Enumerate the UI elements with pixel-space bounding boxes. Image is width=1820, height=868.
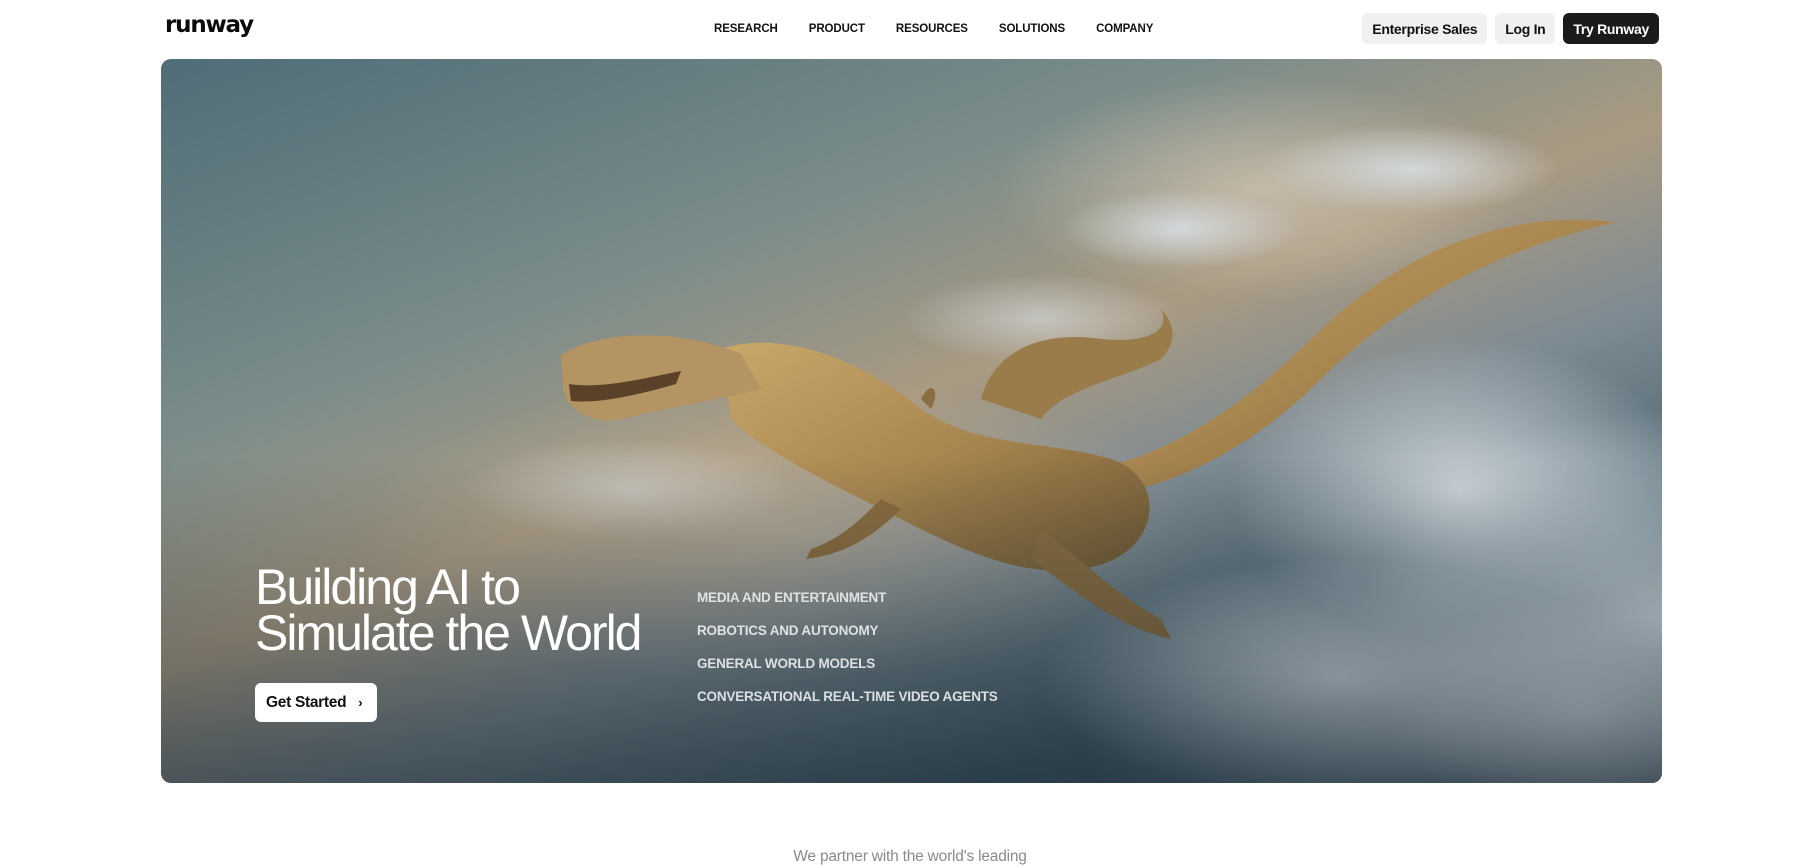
hero-section: Building AI to Simulate the World Get St… [161,59,1662,783]
get-started-label: Get Started [266,693,347,711]
hero-headline: Building AI to Simulate the World [255,559,735,661]
nav-item-company[interactable]: COMPANY [1096,23,1153,35]
main-nav: RESEARCH PRODUCT RESOURCES SOLUTIONS COM… [714,23,1184,35]
topics-list: MEDIA AND ENTERTAINMENT ROBOTICS AND AUT… [697,581,998,713]
site-header: runway RESEARCH PRODUCT RESOURCES SOLUTI… [0,0,1820,56]
topic-video-agents[interactable]: CONVERSATIONAL REAL-TIME VIDEO AGENTS [697,680,998,713]
chevron-right-icon: › [358,695,363,710]
topic-media-entertainment[interactable]: MEDIA AND ENTERTAINMENT [697,581,998,614]
partner-text: We partner with the world's leading [793,848,1027,865]
try-runway-button[interactable]: Try Runway [1563,13,1659,44]
get-started-button[interactable]: Get Started › [255,683,377,722]
headline-line-2: Simulate the World [255,605,642,661]
topic-robotics-autonomy[interactable]: ROBOTICS AND AUTONOMY [697,614,998,647]
headline-line-1: Building AI to [255,559,521,615]
log-in-button[interactable]: Log In [1495,13,1556,44]
nav-item-research[interactable]: RESEARCH [714,23,778,35]
runway-logo[interactable]: runway [165,12,254,38]
nav-item-product[interactable]: PRODUCT [809,23,865,35]
topic-general-world-models[interactable]: GENERAL WORLD MODELS [697,647,998,680]
enterprise-sales-button[interactable]: Enterprise Sales [1362,13,1488,44]
header-actions: Enterprise Sales Log In Try Runway [1362,13,1659,44]
nav-item-solutions[interactable]: SOLUTIONS [999,23,1065,35]
nav-item-resources[interactable]: RESOURCES [896,23,968,35]
